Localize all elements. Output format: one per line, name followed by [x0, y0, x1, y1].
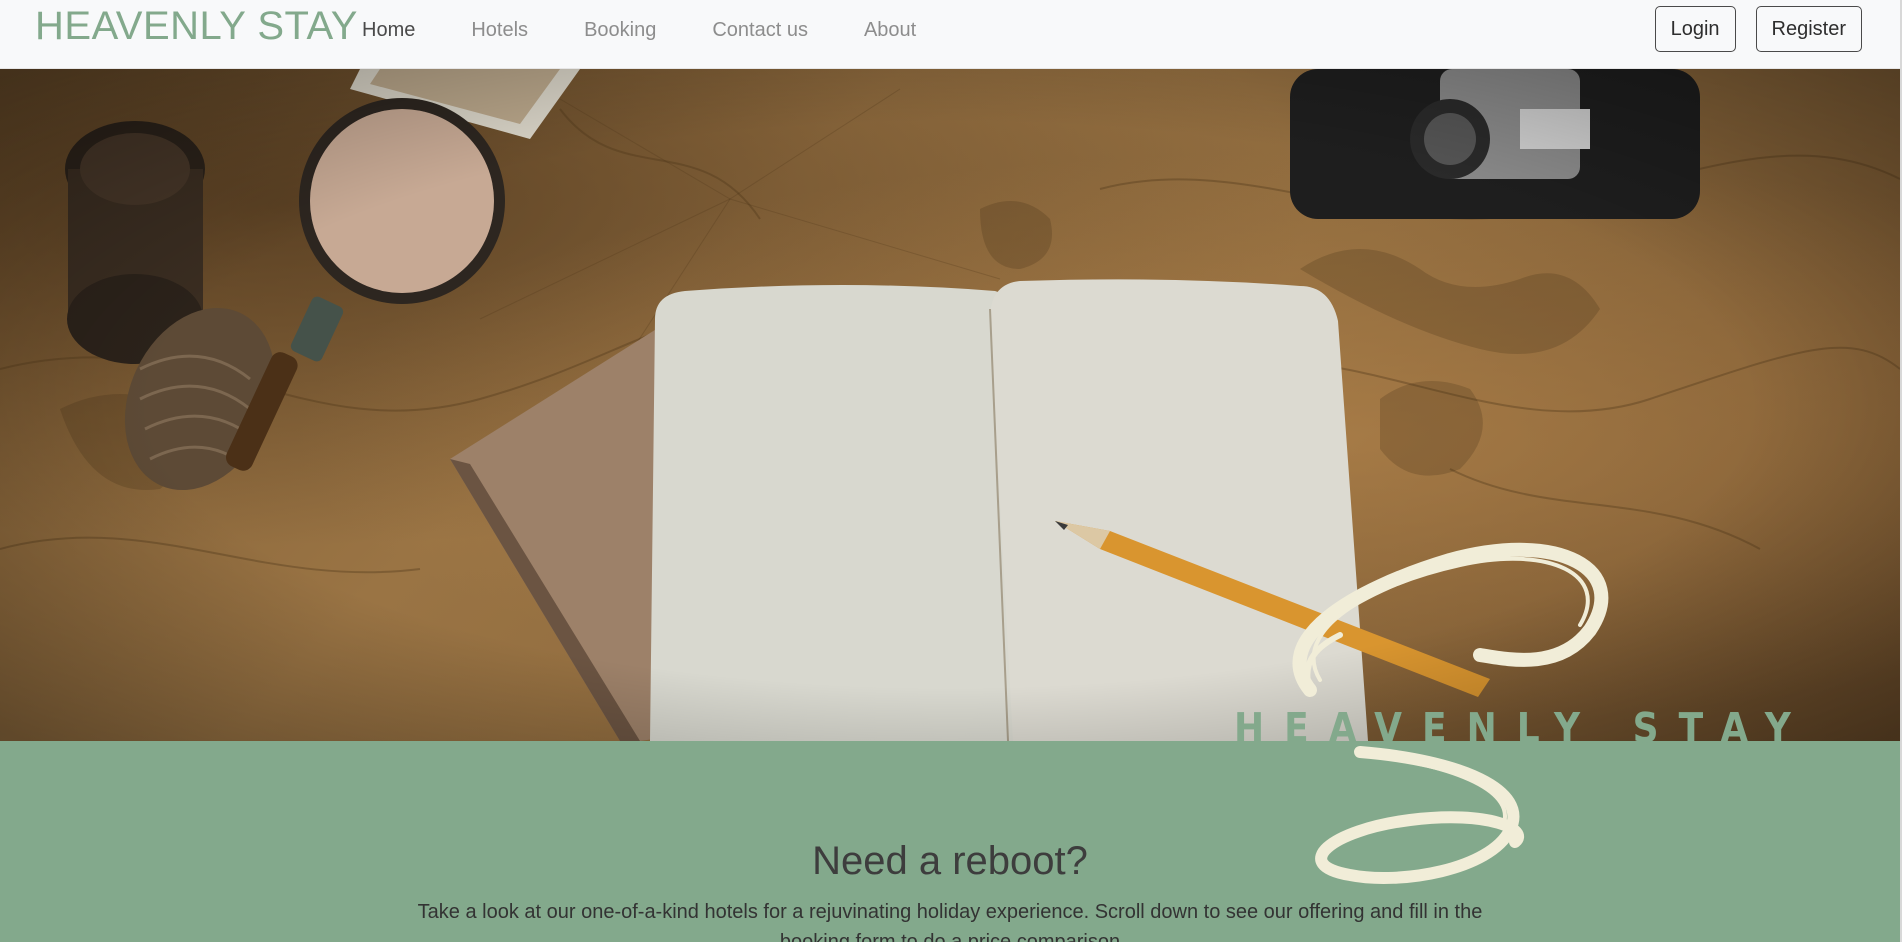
nav-link-contact[interactable]: Contact us — [712, 19, 808, 42]
nav-link-hotels[interactable]: Hotels — [471, 19, 528, 42]
section-description: Take a look at our one-of-a-kind hotels … — [417, 901, 1483, 942]
nav-links: Home Hotels Booking Contact us About — [362, 0, 972, 60]
logo-wordmark: HEAVENLY STAY — [1234, 705, 1811, 753]
navbar: HEAVENLY STAY Home Hotels Booking Contac… — [0, 0, 1900, 69]
register-button[interactable]: Register — [1755, 6, 1862, 52]
nav-link-booking[interactable]: Booking — [584, 19, 656, 42]
login-button[interactable]: Login — [1654, 6, 1736, 52]
nav-link-home[interactable]: Home — [362, 19, 415, 42]
auth-buttons: Login Register — [1654, 6, 1862, 52]
page: HEAVENLY STAY Home Hotels Booking Contac… — [0, 0, 1902, 942]
nav-link-about[interactable]: About — [864, 19, 916, 42]
brand-logo[interactable]: HEAVENLY STAY — [35, 4, 358, 48]
